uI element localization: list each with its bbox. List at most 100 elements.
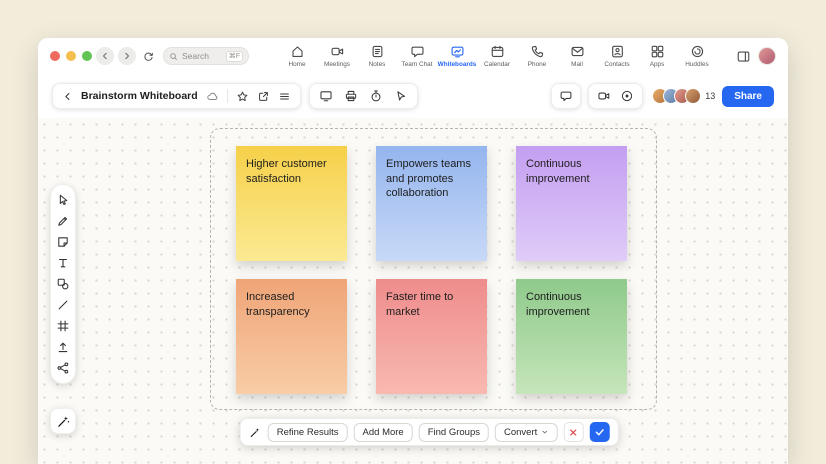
forward-button[interactable] <box>118 47 136 65</box>
nav-item-calendar[interactable]: Calendar <box>479 44 515 68</box>
sticky-note[interactable]: Increased transparency <box>236 279 347 394</box>
top-navigation: Home Meetings Notes Team Chat Whiteboard… <box>279 44 715 68</box>
hamburger-menu-icon <box>278 90 291 103</box>
timer-icon <box>369 89 383 103</box>
nav-item-contacts[interactable]: Contacts <box>599 44 635 68</box>
apps-icon <box>650 44 665 59</box>
sticky-note[interactable]: Continuous improvement <box>516 146 627 261</box>
start-video-button[interactable] <box>597 89 611 103</box>
magic-wand-icon <box>56 414 71 429</box>
history-button[interactable] <box>142 50 155 63</box>
text-icon <box>56 256 70 270</box>
present-tools-pill <box>309 83 418 109</box>
frame-tool-button[interactable] <box>56 319 70 333</box>
desktop-background: Search ⌘F Home Meetings Notes <box>0 0 826 464</box>
nav-item-huddles[interactable]: Huddles <box>679 44 715 68</box>
titlebar-right <box>736 47 776 65</box>
sticky-note-icon <box>56 235 70 249</box>
favorite-button[interactable] <box>236 90 249 103</box>
print-button[interactable] <box>344 89 358 103</box>
share-button[interactable]: Share <box>722 86 774 107</box>
shapes-tool-button[interactable] <box>56 277 70 291</box>
export-button[interactable] <box>257 90 270 103</box>
tool-sidebar <box>50 184 76 384</box>
collaborator-avatars[interactable]: 13 <box>652 88 715 104</box>
nav-label: Home <box>288 61 305 68</box>
camera-icon <box>597 89 611 103</box>
chevron-right-icon <box>122 51 132 61</box>
search-input[interactable]: Search ⌘F <box>163 47 249 65</box>
minimize-window-button[interactable] <box>66 51 76 61</box>
ai-assistant-button[interactable] <box>50 408 76 434</box>
record-icon <box>620 89 634 103</box>
sticky-note[interactable]: Higher customer satisfaction <box>236 146 347 261</box>
magic-wand-icon <box>249 426 262 439</box>
laser-pointer-button[interactable] <box>394 89 408 103</box>
mail-icon <box>570 44 585 59</box>
nav-label: Contacts <box>604 61 629 68</box>
whiteboard-canvas[interactable]: Higher customer satisfaction Empowers te… <box>38 118 788 464</box>
comment-pill[interactable] <box>551 83 581 109</box>
nav-label: Whiteboards <box>438 61 477 68</box>
search-placeholder: Search <box>182 51 222 61</box>
nav-item-team-chat[interactable]: Team Chat <box>399 44 435 68</box>
divider <box>227 89 228 103</box>
shapes-icon <box>56 277 70 291</box>
document-pill: Brainstorm Whiteboard <box>52 83 301 109</box>
nav-item-whiteboards[interactable]: Whiteboards <box>439 44 475 68</box>
text-tool-button[interactable] <box>56 256 70 270</box>
nav-item-home[interactable]: Home <box>279 44 315 68</box>
chevron-down-icon <box>540 428 548 436</box>
close-icon <box>568 427 579 438</box>
search-shortcut-badge: ⌘F <box>226 51 243 62</box>
huddles-icon <box>690 44 705 59</box>
find-groups-button[interactable]: Find Groups <box>419 423 489 442</box>
menu-button[interactable] <box>278 90 291 103</box>
nav-label: Calendar <box>484 61 510 68</box>
user-avatar[interactable] <box>758 47 776 65</box>
line-tool-button[interactable] <box>56 298 70 312</box>
close-window-button[interactable] <box>50 51 60 61</box>
notes-group-frame[interactable]: Higher customer satisfaction Empowers te… <box>210 128 657 410</box>
nav-item-meetings[interactable]: Meetings <box>319 44 355 68</box>
upload-tool-button[interactable] <box>56 340 70 354</box>
printer-icon <box>344 89 358 103</box>
nav-item-mail[interactable]: Mail <box>559 44 595 68</box>
draw-tool-button[interactable] <box>56 214 70 228</box>
nav-label: Mail <box>571 61 583 68</box>
back-button[interactable] <box>96 47 114 65</box>
nav-item-apps[interactable]: Apps <box>639 44 675 68</box>
home-icon <box>290 44 305 59</box>
sticky-note[interactable]: Empowers teams and promotes collaboratio… <box>376 146 487 261</box>
panel-toggle-button[interactable] <box>736 49 751 64</box>
add-more-button[interactable]: Add More <box>354 423 413 442</box>
accept-button[interactable] <box>589 422 609 442</box>
timer-button[interactable] <box>369 89 383 103</box>
record-button[interactable] <box>620 89 634 103</box>
search-icon <box>169 52 178 61</box>
zoom-app-window: Search ⌘F Home Meetings Notes <box>38 38 788 464</box>
nav-item-notes[interactable]: Notes <box>359 44 395 68</box>
refine-results-button[interactable]: Refine Results <box>268 423 348 442</box>
video-icon <box>330 44 345 59</box>
pencil-icon <box>56 214 70 228</box>
convert-dropdown[interactable]: Convert <box>495 423 557 442</box>
sticky-note[interactable]: Faster time to market <box>376 279 487 394</box>
frame-icon <box>56 319 70 333</box>
maximize-window-button[interactable] <box>82 51 92 61</box>
present-button[interactable] <box>319 89 333 103</box>
nav-label: Meetings <box>324 61 350 68</box>
nav-label: Phone <box>528 61 546 68</box>
select-tool-button[interactable] <box>56 193 70 207</box>
avatar <box>685 88 701 104</box>
nav-item-phone[interactable]: Phone <box>519 44 555 68</box>
calendar-icon <box>490 44 505 59</box>
back-to-boards-button[interactable] <box>62 91 73 102</box>
sticky-note-tool-button[interactable] <box>56 235 70 249</box>
notes-icon <box>370 44 385 59</box>
reject-button[interactable] <box>563 422 583 442</box>
cloud-sync-status <box>206 90 219 103</box>
history-icon <box>142 50 155 63</box>
sticky-note[interactable]: Continuous improvement <box>516 279 627 394</box>
mindmap-tool-button[interactable] <box>56 361 70 375</box>
